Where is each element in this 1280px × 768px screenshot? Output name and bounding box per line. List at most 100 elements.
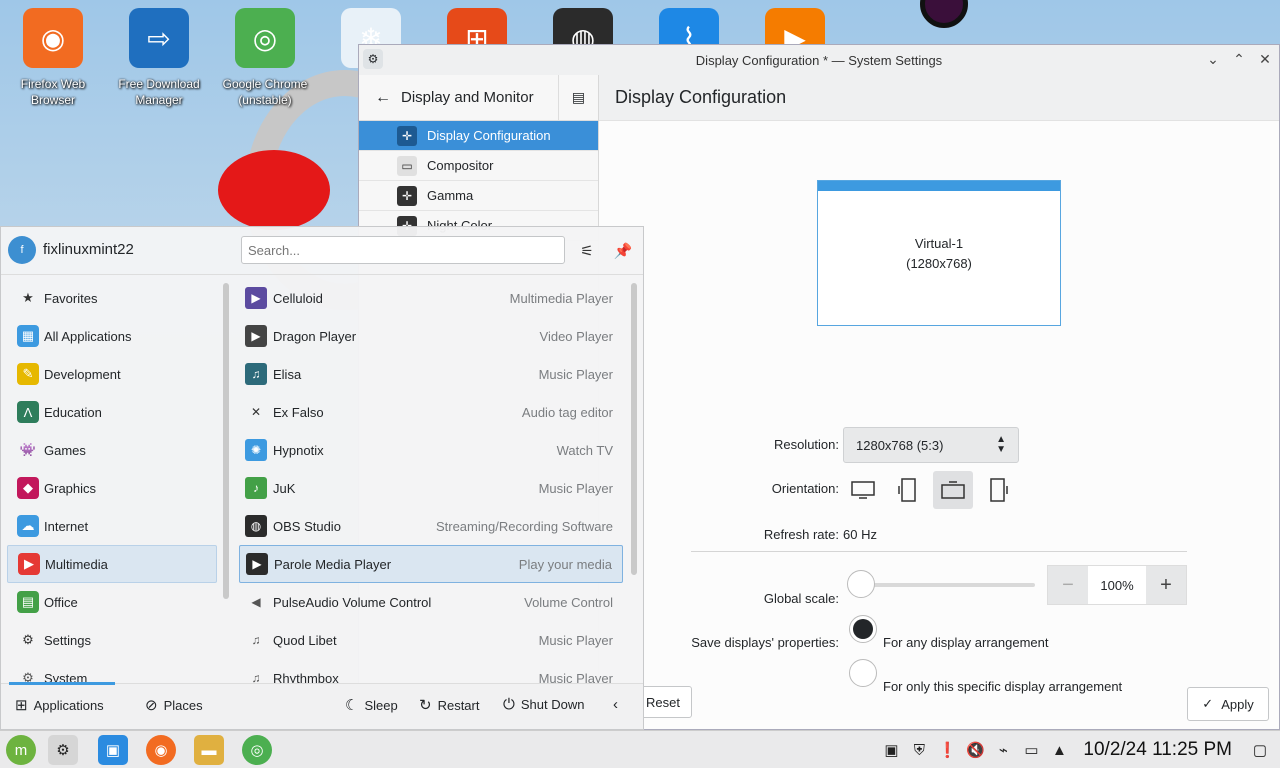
desktop-icon[interactable]: ⇨ Free Download Manager (109, 8, 209, 108)
app-name: PulseAudio Volume Control (273, 594, 432, 610)
juk-icon: ♪ (245, 477, 267, 499)
app-obs-studio[interactable]: ◍ OBS Studio Streaming/Recording Software (239, 507, 623, 545)
document-icon[interactable]: ▤ (558, 74, 598, 121)
application-scrollbar[interactable] (631, 283, 637, 575)
tray-expand-icon[interactable]: ▲ (1045, 742, 1073, 759)
global-scale-slider-handle[interactable] (847, 570, 875, 598)
back-arrow-icon[interactable]: ← (375, 89, 395, 107)
sleep-button[interactable]: ☾ Sleep (345, 696, 398, 714)
radio-specific-arrangement[interactable] (849, 659, 877, 687)
orientation-flipped-button[interactable] (933, 471, 973, 509)
grid-icon: ⊞ (15, 697, 28, 714)
monitor-preview[interactable]: Virtual-1 (1280x768) (817, 180, 1061, 326)
mint-menu-icon[interactable]: m (6, 735, 36, 765)
app-description: Volume Control (524, 594, 613, 610)
app-pulseaudio-volume-control[interactable]: ◀ PulseAudio Volume Control Volume Control (239, 583, 623, 621)
category-settings[interactable]: ⚙ Settings (7, 621, 217, 659)
window-titlebar[interactable]: ⚙ Display Configuration * — System Setti… (359, 45, 1279, 75)
internet-icon: ☁ (17, 515, 39, 537)
more-options-button[interactable]: ‹ (613, 696, 618, 713)
app-quod-libet[interactable]: ♫ Quod Libet Music Player (239, 621, 623, 659)
reset-label: Reset (646, 694, 680, 710)
category-all-applications[interactable]: ▦ All Applications (7, 317, 217, 355)
volume-muted-icon[interactable]: 🔇 (961, 741, 989, 759)
category-internet[interactable]: ☁ Internet (7, 507, 217, 545)
pin-icon[interactable]: 📌 (611, 239, 635, 263)
app-dragon-player[interactable]: ▶ Dragon Player Video Player (239, 317, 623, 355)
avatar[interactable]: f (8, 236, 36, 264)
category-system[interactable]: ⚙ System (7, 659, 217, 683)
launcher-header: f fixlinuxmint22 ⚟ 📌 (1, 227, 643, 275)
sidebar-item-gamma[interactable]: ✛ Gamma (359, 181, 598, 211)
clipboard-icon[interactable]: ▣ (877, 741, 905, 759)
store-icon[interactable]: ▣ (98, 735, 128, 765)
tab-applications[interactable]: ⊞ Applications (15, 696, 104, 714)
maximize-icon[interactable]: ⌃ (1231, 51, 1247, 68)
gamma-icon: ✛ (397, 185, 417, 206)
category-label: Multimedia (45, 556, 108, 572)
system-settings-task-icon[interactable]: ⚙ (48, 735, 78, 765)
category-label: Games (44, 442, 86, 458)
apply-button[interactable]: ✓ Apply (1187, 687, 1269, 721)
checkmark-icon: ✓ (1202, 696, 1214, 711)
update-icon[interactable]: ❗ (933, 741, 961, 759)
tab-label: Places (163, 697, 203, 713)
increase-scale-button[interactable]: + (1146, 566, 1186, 604)
monitor-preview-bar (818, 181, 1060, 191)
apply-label: Apply (1221, 696, 1254, 712)
app-elisa[interactable]: ♫ Elisa Music Player (239, 355, 623, 393)
global-scale-slider[interactable] (861, 583, 1035, 587)
restart-button[interactable]: ↻ Restart (419, 696, 479, 714)
app-name: Hypnotix (273, 442, 324, 458)
network-icon[interactable]: ▭ (1017, 741, 1045, 759)
sidebar-item-display-configuration[interactable]: ✛ Display Configuration (359, 121, 598, 151)
volume-icon: ◀ (251, 595, 261, 609)
filter-settings-icon[interactable]: ⚟ (575, 239, 599, 263)
app-description: Video Player (539, 328, 613, 344)
category-development[interactable]: ✎ Development (7, 355, 217, 393)
show-desktop-icon[interactable]: ▢ (1246, 741, 1274, 759)
orientation-portrait-left-button[interactable] (888, 471, 928, 509)
sidebar-item-compositor[interactable]: ▭ Compositor (359, 151, 598, 181)
global-scale-spinbox: − 100% + (1047, 565, 1187, 605)
dragon-player-icon: ▶ (245, 325, 267, 347)
app-celluloid[interactable]: ▶ Celluloid Multimedia Player (239, 279, 623, 317)
category-label: Favorites (44, 290, 98, 306)
app-parole-media-player[interactable]: ▶ Parole Media Player Play your media (239, 545, 623, 583)
decrease-scale-button[interactable]: − (1048, 566, 1088, 604)
minimize-icon[interactable]: ⌄ (1205, 51, 1221, 68)
chrome-icon[interactable]: ◎ (242, 735, 272, 765)
ex-falso-icon: ✕ (250, 405, 262, 419)
close-icon[interactable]: ✕ (1257, 51, 1273, 68)
app-juk[interactable]: ♪ JuK Music Player (239, 469, 623, 507)
category-graphics[interactable]: ◆ Graphics (7, 469, 217, 507)
firefox-icon: ◉ (23, 8, 83, 68)
app-rhythmbox[interactable]: ♫ Rhythmbox Music Player (239, 659, 623, 684)
search-input[interactable] (241, 236, 565, 264)
shutdown-button[interactable]: ⏻ Shut Down (503, 696, 584, 713)
shield-icon[interactable]: ⛨ (905, 742, 933, 759)
desktop-icon[interactable]: ◎ Google Chrome (unstable) (215, 8, 315, 108)
desktop-icon[interactable]: ◉ Firefox Web Browser (3, 8, 103, 108)
desktop-icon-label: Firefox Web Browser (20, 77, 86, 107)
firefox-icon[interactable]: ◉ (146, 735, 176, 765)
clock[interactable]: 10/2/24 11:25 PM (1083, 739, 1232, 761)
category-scrollbar[interactable] (223, 283, 229, 599)
orientation-landscape-button[interactable] (843, 471, 883, 509)
usb-icon[interactable]: ⌁ (989, 741, 1017, 759)
radio-any-arrangement[interactable] (849, 615, 877, 643)
category-favorites[interactable]: ★ Favorites (7, 279, 217, 317)
tab-places[interactable]: ⊘ Places (145, 696, 203, 714)
app-ex-falso[interactable]: ✕ Ex Falso Audio tag editor (239, 393, 623, 431)
orientation-portrait-right-button[interactable] (978, 471, 1018, 509)
folder-icon[interactable]: ▬ (194, 735, 224, 765)
category-multimedia[interactable]: ▶ Multimedia (7, 545, 217, 583)
sleep-label: Sleep (364, 697, 398, 713)
global-scale-value[interactable]: 100% (1088, 566, 1146, 604)
category-education[interactable]: Λ Education (7, 393, 217, 431)
settings-app-icon[interactable]: ⚙ (363, 49, 383, 69)
category-games[interactable]: 👾 Games (7, 431, 217, 469)
resolution-select[interactable]: 1280x768 (5:3) ▲ ▼ (843, 427, 1019, 463)
category-office[interactable]: ▤ Office (7, 583, 217, 621)
app-hypnotix[interactable]: ✺ Hypnotix Watch TV (239, 431, 623, 469)
